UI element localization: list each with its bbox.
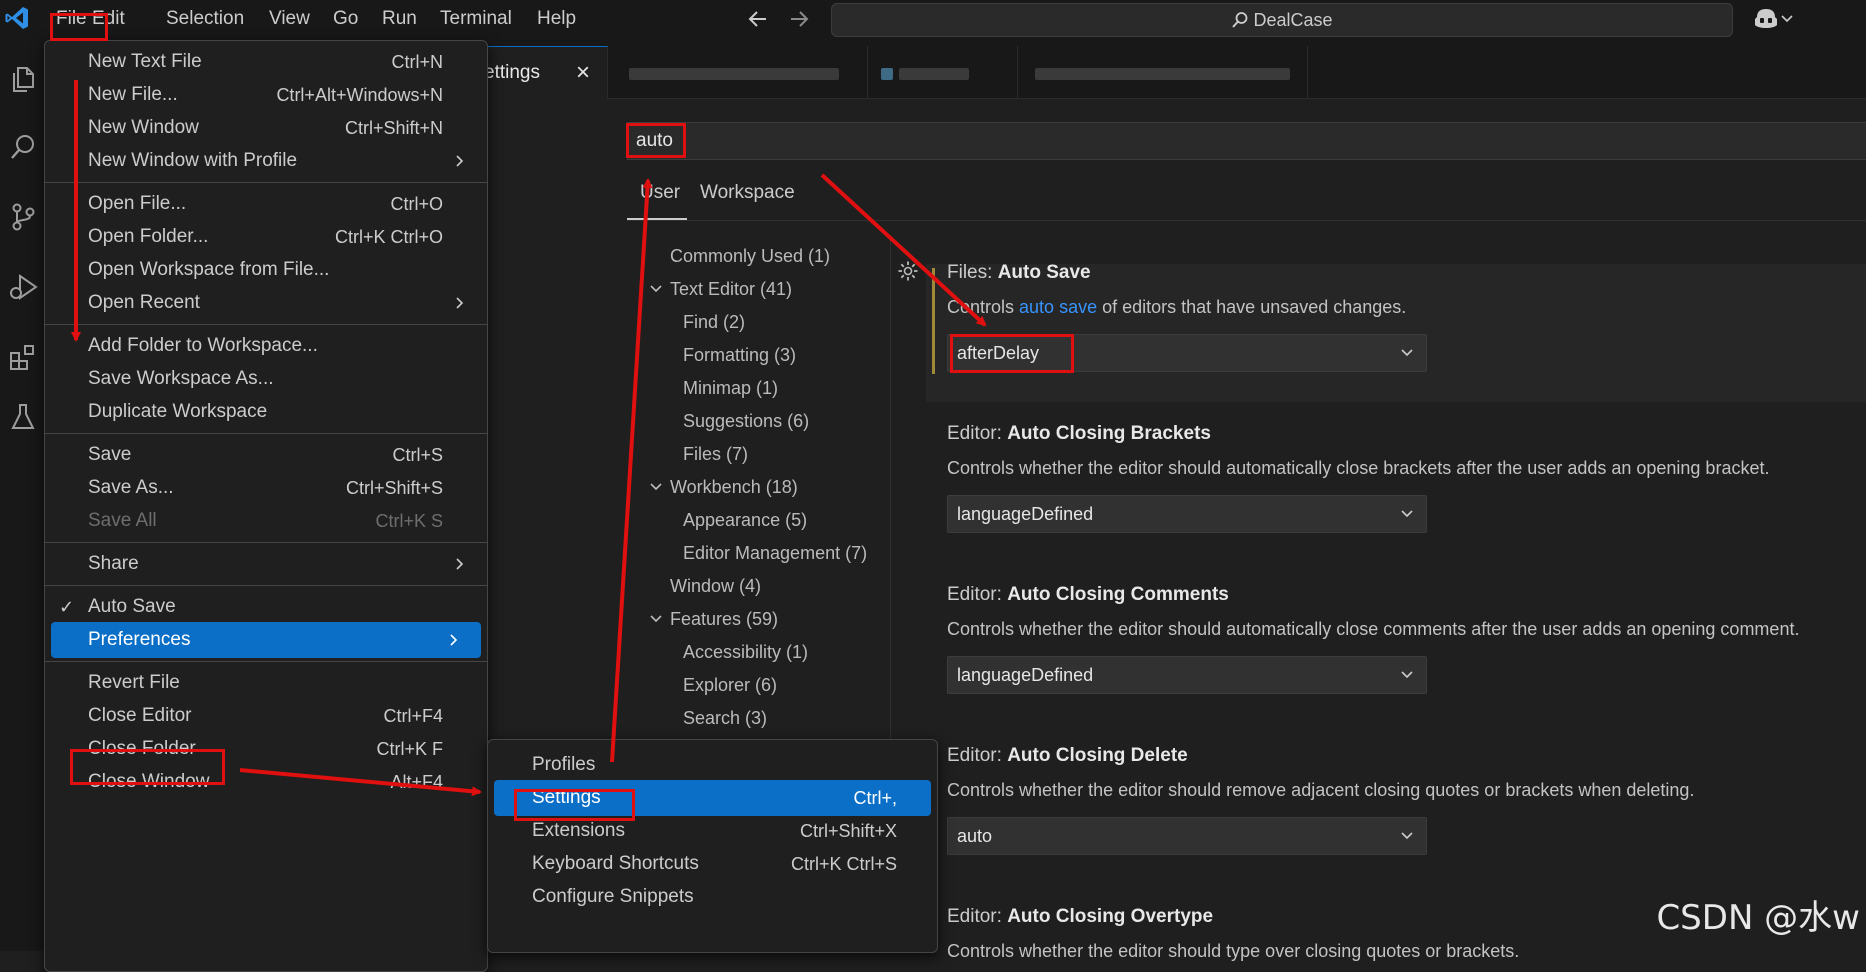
annotation-arrows	[71, 80, 987, 797]
arrow-to-search	[610, 178, 653, 763]
arrow-to-autosave	[820, 173, 987, 327]
arrow-to-submenu	[239, 768, 482, 797]
watermark: CSDN @水w	[1656, 898, 1860, 938]
